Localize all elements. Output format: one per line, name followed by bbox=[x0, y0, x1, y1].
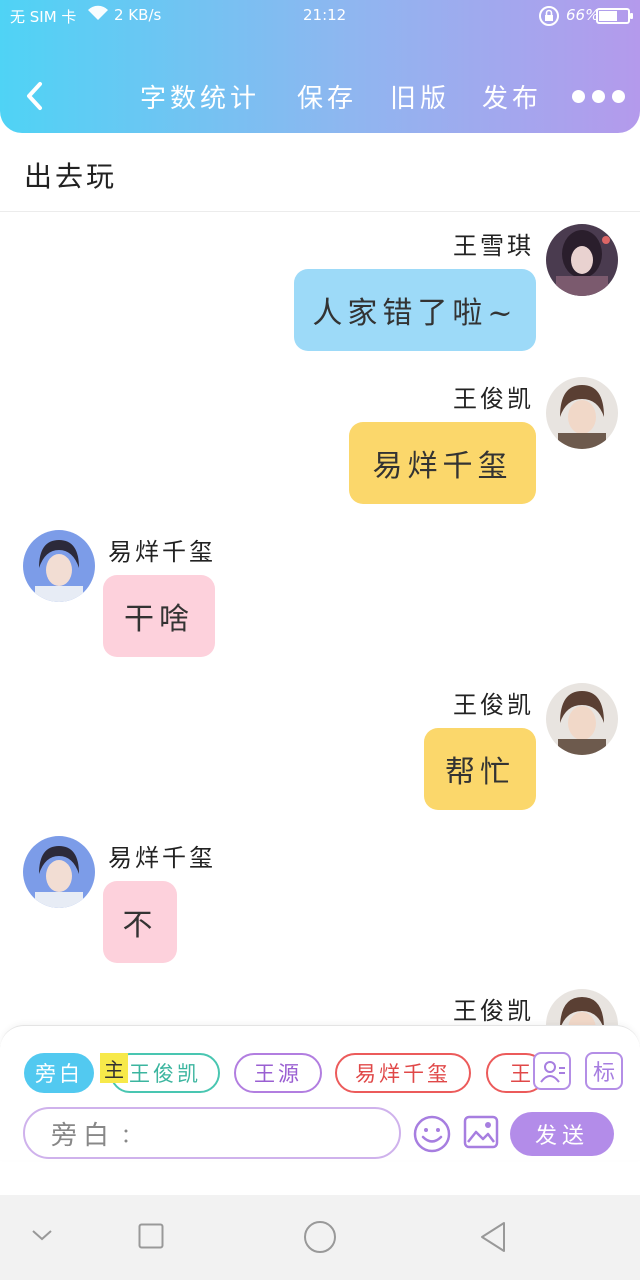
message-bubble[interactable]: 人家错了啦~ bbox=[294, 269, 536, 351]
hide-keyboard-button[interactable] bbox=[30, 1227, 54, 1247]
rotation-lock-icon bbox=[538, 5, 560, 31]
square-icon bbox=[138, 1223, 164, 1249]
message-bubble[interactable]: 帮忙 bbox=[424, 728, 536, 810]
carrier-label: 无 SIM 卡 bbox=[10, 8, 77, 26]
avatar[interactable] bbox=[546, 224, 618, 296]
status-bar: 无 SIM 卡 2 KB/s 21:12 66% bbox=[0, 0, 640, 32]
emoji-button[interactable] bbox=[412, 1114, 452, 1154]
image-icon bbox=[463, 1115, 499, 1149]
top-toolbar: 字数统计 保存 旧版 发布 bbox=[0, 70, 640, 122]
publish-button[interactable]: 发布 bbox=[482, 78, 542, 115]
message-bubble[interactable]: 不 bbox=[103, 881, 177, 963]
sender-name: 易烊千玺 bbox=[108, 844, 216, 872]
role-manage-button[interactable] bbox=[533, 1052, 571, 1090]
battery-icon bbox=[596, 8, 633, 24]
triangle-back-icon bbox=[481, 1222, 505, 1252]
more-menu-button[interactable] bbox=[572, 90, 625, 104]
image-button[interactable] bbox=[463, 1114, 499, 1150]
old-version-button[interactable]: 旧版 bbox=[390, 78, 450, 115]
back-system-button[interactable] bbox=[478, 1220, 508, 1258]
battery-fill bbox=[599, 11, 617, 21]
battery-percent: 66% bbox=[566, 6, 600, 24]
story-title: 出去玩 bbox=[24, 160, 118, 193]
message-bubble[interactable]: 干啥 bbox=[103, 575, 215, 657]
avatar[interactable] bbox=[23, 530, 95, 602]
main-role-tag: 主 bbox=[100, 1053, 128, 1083]
clock: 21:12 bbox=[303, 6, 347, 24]
sender-name: 易烊千玺 bbox=[108, 538, 216, 566]
role-chip-yi-yangqianxi[interactable]: 易烊千玺 bbox=[335, 1053, 471, 1093]
avatar[interactable] bbox=[546, 683, 618, 755]
role-chip-narration[interactable]: 旁白 bbox=[24, 1053, 94, 1093]
sender-name: 王雪琪 bbox=[453, 232, 534, 260]
chevron-down-icon bbox=[32, 1230, 52, 1241]
input-role-prefix: 旁白 bbox=[51, 1120, 116, 1151]
wifi-icon bbox=[86, 4, 110, 26]
sender-name: 王俊凯 bbox=[453, 997, 534, 1025]
person-card-icon bbox=[540, 1061, 565, 1083]
system-nav-bar bbox=[0, 1195, 640, 1280]
sender-name: 王俊凯 bbox=[453, 691, 534, 719]
chevron-left-icon bbox=[27, 82, 42, 110]
message-bubble[interactable]: 易烊千玺 bbox=[349, 422, 536, 504]
message-input[interactable]: 旁白 ： bbox=[23, 1107, 401, 1159]
story-title-row[interactable]: 出去玩 bbox=[0, 133, 640, 212]
more-dot-icon bbox=[592, 90, 605, 103]
avatar[interactable] bbox=[23, 836, 95, 908]
home-button[interactable] bbox=[303, 1220, 337, 1258]
send-button[interactable]: 发送 bbox=[510, 1112, 614, 1156]
network-speed: 2 KB/s bbox=[114, 6, 162, 24]
recents-button[interactable] bbox=[138, 1223, 164, 1253]
app-header: 无 SIM 卡 2 KB/s 21:12 66% 字数统计 保存 旧版 发布 bbox=[0, 0, 640, 133]
save-button[interactable]: 保存 bbox=[297, 78, 357, 115]
role-chip-wang-yuan[interactable]: 王源 bbox=[234, 1053, 322, 1093]
mark-button[interactable]: 标 bbox=[585, 1052, 623, 1090]
avatar[interactable] bbox=[546, 377, 618, 449]
back-button[interactable] bbox=[20, 78, 52, 114]
input-colon: ： bbox=[121, 1122, 142, 1147]
circle-icon bbox=[304, 1221, 336, 1253]
smiley-icon bbox=[413, 1115, 451, 1153]
more-dot-icon bbox=[572, 90, 585, 103]
word-count-button[interactable]: 字数统计 bbox=[140, 78, 260, 115]
more-dot-icon bbox=[612, 90, 625, 103]
sender-name: 王俊凯 bbox=[453, 385, 534, 413]
composer-panel: 旁白 王俊凯 主 王源 易烊千玺 王 标 旁白 ： 发送 bbox=[0, 1025, 640, 1160]
